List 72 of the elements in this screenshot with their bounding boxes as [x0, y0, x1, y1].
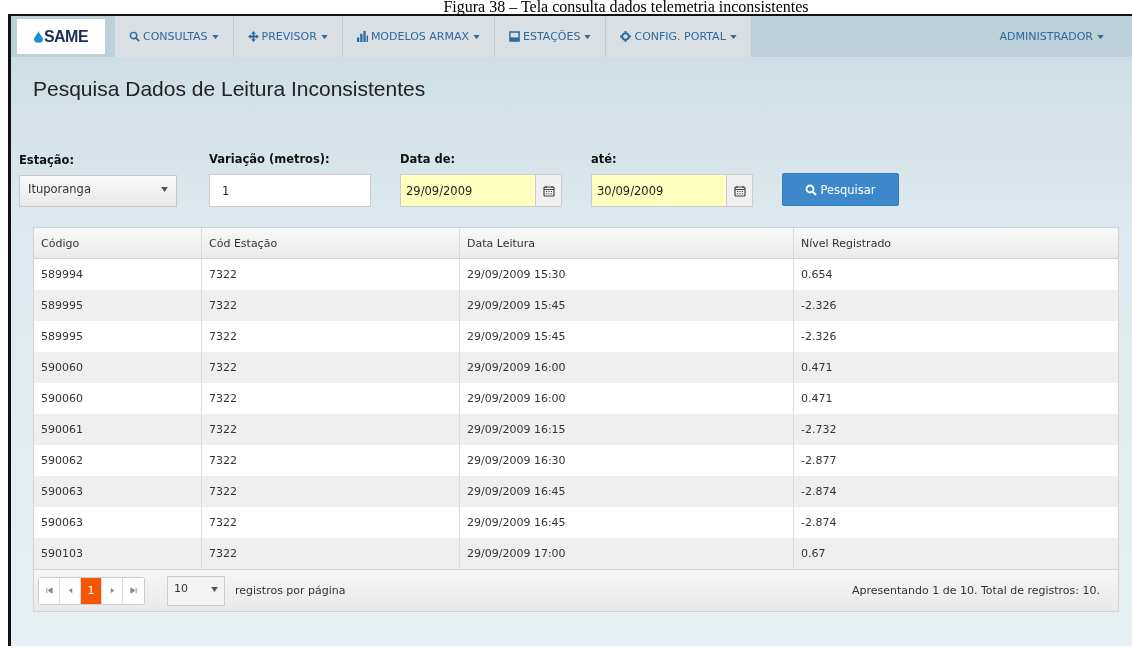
caret-icon [211, 34, 219, 39]
drop-icon [33, 30, 43, 43]
table-cell: 7322 [201, 414, 459, 445]
calendar-icon [542, 184, 555, 197]
table-cell: 29/09/2009 16:45 [459, 476, 793, 507]
dropdown-arrow-icon [161, 187, 168, 192]
column-header[interactable]: Código [34, 228, 201, 258]
logo-text: SAME [43, 27, 89, 46]
next-page-icon [108, 587, 116, 594]
column-header[interactable]: Nível Registrado [793, 228, 1118, 258]
table-cell: -2.874 [793, 476, 1118, 507]
bar-chart-icon [356, 31, 368, 42]
calendar-button[interactable] [536, 174, 562, 207]
calendar-icon [733, 184, 746, 197]
search-icon [129, 31, 140, 42]
move-arrows-icon [247, 31, 259, 42]
field-label: Estação: [19, 153, 76, 167]
variation-input[interactable]: 1 [209, 174, 371, 207]
table-cell: -2.732 [793, 414, 1118, 445]
page-title: Pesquisa Dados de Leitura Inconsistentes [32, 76, 427, 102]
search-button[interactable]: Pesquisar [782, 173, 899, 206]
last-page-icon [130, 587, 137, 594]
table-cell-text: 590063 [40, 515, 84, 531]
dropdown-arrow-icon [211, 586, 218, 592]
table-cell: 7322 [201, 352, 459, 383]
table-cell: 0.471 [793, 352, 1118, 383]
column-header[interactable]: Cód Estação [201, 228, 459, 258]
caret-icon [584, 34, 592, 39]
figure-caption: Figura 38 – Tela consulta dados telemetria inconsistentes [442, 0, 810, 14]
field-label: até: [591, 152, 618, 166]
table-cell: 7322 [201, 476, 459, 507]
nav-menu-item[interactable]: CONSULTAS [115, 16, 234, 57]
drive-icon [509, 31, 521, 42]
previous-page-icon [66, 587, 74, 594]
table-cell-text: 589994 [40, 267, 84, 283]
user-menu[interactable]: ADMINISTRADOR [985, 16, 1132, 57]
page-size-dropdown[interactable]: 10 [167, 575, 225, 606]
station-dropdown[interactable]: Ituporanga [19, 175, 177, 207]
nav-menu-item[interactable]: ESTAÇÕES [495, 16, 607, 57]
table-cell: 29/09/2009 16:00 [459, 352, 793, 383]
caret-icon [729, 34, 737, 39]
page-size-label: registros por página [235, 584, 346, 597]
table-cell: 7322 [201, 290, 459, 321]
table-cell: -2.326 [793, 290, 1118, 321]
table-cell: 29/09/2009 16:15 [459, 414, 793, 445]
date-input[interactable]: 29/09/2009 [400, 174, 536, 207]
pager-arrow-button[interactable] [39, 577, 60, 604]
column-header[interactable]: Data Leitura [459, 228, 793, 258]
table-cell-text: 590060 [40, 360, 84, 376]
first-page-icon [45, 587, 53, 594]
search-icon [805, 183, 818, 196]
calendar-button[interactable] [727, 174, 753, 207]
table-cell-text: 590063 [40, 484, 84, 500]
logo[interactable]: SAME [17, 19, 105, 54]
nav-menu-item[interactable]: MODELOS ARMAX [342, 16, 496, 57]
field-label: Data de: [400, 152, 457, 166]
date-input[interactable]: 30/09/2009 [591, 174, 727, 207]
nav-menu-item[interactable]: CONFIG. PORTAL [606, 16, 752, 57]
records-summary: Apresentando 1 de 10. Total de registros: 10. [852, 584, 1100, 597]
caret-icon [320, 34, 328, 39]
field-label: Variação (metros): [209, 152, 331, 166]
table-cell-text: 590061 [40, 422, 84, 438]
nav-menu-item[interactable]: PREVISOR [233, 16, 343, 57]
caret-icon [473, 34, 481, 39]
table-cell-text: 589995 [40, 298, 84, 314]
table-cell-text: 590103 [40, 546, 84, 562]
table-cell-text: 589995 [40, 329, 84, 345]
gear-icon [620, 31, 632, 42]
table-cell-text: 590060 [40, 391, 84, 407]
caret-icon [1097, 34, 1104, 39]
table-cell-text: 590062 [40, 453, 84, 469]
table-cell: 29/09/2009 15:45 [459, 290, 793, 321]
